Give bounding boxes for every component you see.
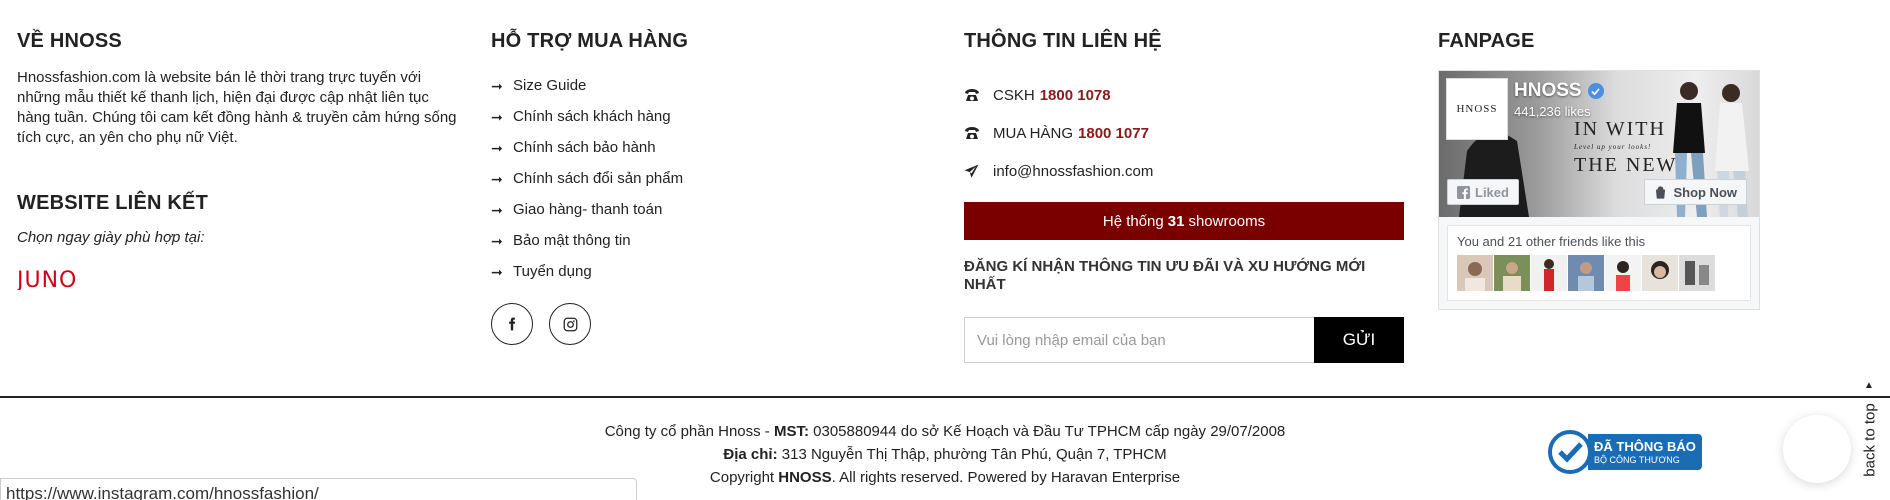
showroom-button[interactable]: Hệ thống 31 showrooms (964, 202, 1404, 240)
avatar[interactable] (1605, 255, 1641, 291)
caret-up-icon: ▲ (1864, 380, 1874, 391)
about-title: VỀ HNOSS (17, 30, 122, 52)
avatar[interactable] (1568, 255, 1604, 291)
avatar[interactable] (1679, 255, 1715, 291)
back-to-top-button[interactable]: ▲ back to top (1860, 380, 1880, 500)
support-column: HỖ TRỢ MUA HÀNG ➞ Size Guide ➞ Chính sách … (491, 30, 931, 345)
facebook-icon (1457, 185, 1470, 199)
check-badge-icon (1548, 430, 1592, 474)
friends-text: You and 21 other friends like this (1457, 234, 1646, 249)
status-bar-url: https://www.instagram.com/hnossfashion/ (0, 478, 637, 500)
bo-cong-thuong-badge[interactable]: ĐÃ THÔNG BÁO BỘ CÔNG THƯƠNG (1548, 430, 1704, 474)
support-list: ➞ Size Guide ➞ Chính sách khách hàng ➞ Chín… (491, 76, 931, 293)
social-links (491, 303, 931, 345)
arrow-right-icon: ➞ (491, 78, 503, 94)
fanpage-column: FANPAGE IN WITH Level up your looks! THE… (1438, 30, 1878, 310)
cskh-number: 1800 1078 (1039, 86, 1111, 104)
svg-text:JUNO: JUNO (17, 268, 77, 290)
shopping-bag-icon (1656, 185, 1666, 199)
newsletter-form: GỬI (964, 317, 1404, 363)
shop-now-button[interactable]: Shop Now (1644, 179, 1747, 205)
juno-logo-link[interactable]: JUNO (15, 268, 457, 295)
support-link-shipping[interactable]: ➞ Giao hàng- thanh toán (491, 200, 931, 231)
contact-email[interactable]: info@hnossfashion.com (964, 152, 1404, 190)
contact-cskh[interactable]: CSKH 1800 1078 (964, 76, 1404, 114)
liked-button[interactable]: Liked (1447, 179, 1519, 205)
support-link-size-guide[interactable]: ➞ Size Guide (491, 76, 931, 107)
footer-divider (0, 396, 1890, 398)
about-text: Hnossfashion.com là website bán lẻ thời … (17, 69, 457, 146)
support-link-customer-policy[interactable]: ➞ Chính sách khách hàng (491, 107, 931, 138)
support-link-exchange[interactable]: ➞ Chính sách đổi sản phẩm (491, 169, 931, 200)
support-link-privacy[interactable]: ➞ Bảo mật thông tin (491, 231, 931, 262)
avatar[interactable] (1494, 255, 1530, 291)
contact-list: CSKH 1800 1078 MUA HÀNG 1800 1077 info@hno… (964, 76, 1404, 190)
mua-hang-number: 1800 1077 (1078, 124, 1149, 142)
page-name[interactable]: HNOSS (1514, 80, 1604, 102)
chat-button[interactable] (1783, 415, 1851, 483)
cover-text: IN WITH Level up your looks! THE NEW (1574, 118, 1678, 176)
arrow-right-icon: ➞ (491, 109, 503, 125)
facebook-button[interactable] (491, 303, 533, 345)
friends-box: You and 21 other friends like this (1447, 225, 1751, 301)
newsletter-title: ĐĂNG KÍ NHẬN THÔNG TIN ƯU ĐÃI VÀ XU HƯỚN… (964, 258, 1366, 293)
instagram-button[interactable] (549, 303, 591, 345)
support-title: HỖ TRỢ MUA HÀNG (491, 30, 689, 52)
page-likes: 441,236 likes (1514, 104, 1591, 119)
links-subtitle: Chọn ngay giày phù hợp tại: (17, 229, 205, 246)
page-logo[interactable]: HNOSS (1446, 78, 1508, 140)
juno-logo: JUNO (15, 268, 77, 293)
instagram-icon (563, 317, 577, 331)
contact-mua-hang[interactable]: MUA HÀNG 1800 1077 (964, 114, 1404, 152)
avatar[interactable] (1531, 255, 1567, 291)
submit-button[interactable]: GỬI (1314, 317, 1404, 363)
send-icon (964, 164, 993, 179)
email-input[interactable] (964, 317, 1314, 363)
support-link-warranty[interactable]: ➞ Chính sách bảo hành (491, 138, 931, 169)
contact-column: THÔNG TIN LIÊN HỆ CSKH 1800 1078 MUA HÀNG… (964, 30, 1404, 363)
links-title: WEBSITE LIÊN KẾT (17, 192, 208, 214)
arrow-right-icon: ➞ (491, 202, 503, 218)
contact-title: THÔNG TIN LIÊN HỆ (964, 30, 1162, 52)
avatar[interactable] (1457, 255, 1493, 291)
facebook-icon (509, 317, 516, 331)
phone-icon (964, 126, 993, 140)
phone-icon (964, 88, 993, 102)
support-link-careers[interactable]: ➞ Tuyển dụng (491, 262, 931, 293)
friend-avatars (1457, 255, 1741, 291)
fanpage-title: FANPAGE (1438, 30, 1535, 52)
arrow-right-icon: ➞ (491, 233, 503, 249)
about-column: VỀ HNOSS Hnossfashion.com là website bán… (15, 30, 457, 295)
verified-icon (1587, 83, 1604, 99)
arrow-right-icon: ➞ (491, 264, 503, 280)
arrow-right-icon: ➞ (491, 171, 503, 187)
avatar[interactable] (1642, 255, 1678, 291)
arrow-right-icon: ➞ (491, 140, 503, 156)
facebook-page-widget[interactable]: IN WITH Level up your looks! THE NEW HNO… (1438, 70, 1760, 310)
